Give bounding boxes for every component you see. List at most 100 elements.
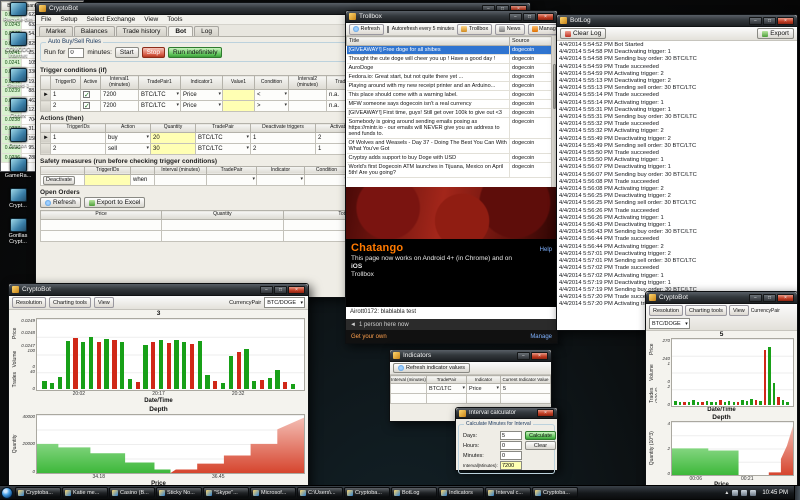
view-menu[interactable]: View [94,297,114,308]
interval-result-field[interactable] [500,461,522,470]
tab-log[interactable]: Log [194,26,219,36]
autorefresh-checkbox[interactable] [387,26,389,33]
feed-row[interactable]: This place should come with a warning la… [347,91,557,100]
currency-pair-select[interactable]: BTC/DOGE [649,318,690,329]
close-button[interactable]: × [531,352,548,360]
indicator-row[interactable]: BTC/LTC Price 5 [391,384,551,394]
desktop-icon[interactable]: Recycle Bin [0,2,36,23]
feed-row[interactable]: [GIVEAWAY!] First time, guys! Still get … [347,109,557,118]
show-desktop-button[interactable] [794,486,800,500]
tradepair1-dropdown[interactable]: BTC/LTC [139,101,181,112]
refresh-indicators-button[interactable]: Refresh indicator values [393,363,470,373]
action-center-icon[interactable] [750,490,756,496]
quantity-cell[interactable]: 20 [151,132,196,143]
resolution-menu[interactable]: Resolution [12,297,46,308]
indicator-dropdown[interactable]: Price [467,384,501,394]
desktop-icon[interactable]: Shared 1 [0,68,36,89]
tradepair1-dropdown[interactable]: BTC/LTC [139,90,181,101]
network-icon[interactable] [732,490,738,496]
minimize-button[interactable]: − [260,286,273,294]
menu-item[interactable]: Setup [60,16,77,23]
minutes-input[interactable] [500,451,522,460]
feed-row[interactable]: MFW someone says dogecoin isn't a real c… [347,100,557,109]
get-your-own-link[interactable]: Get your own [351,334,387,340]
log-list[interactable]: 4/4/2014 5:54:52 PM Bot Started4/4/2014 … [557,41,797,330]
taskbar-button[interactable]: Casino (B... [109,487,155,498]
taskbar-button[interactable]: Cryptoba... [344,487,390,498]
tab-market[interactable]: Market [39,26,73,36]
indicator1-dropdown[interactable]: Price [181,101,223,112]
maximize-button[interactable]: □ [763,294,776,302]
run-minutes-input[interactable] [68,48,84,58]
refresh-button[interactable]: Refresh [349,24,384,35]
safety-tradepair-dropdown[interactable] [207,175,257,186]
titlebar[interactable]: CryptoBot − □ × [9,284,308,296]
desktop-icon[interactable]: Dragon [0,128,36,149]
titlebar[interactable]: CryptoBot − □ × [646,292,797,304]
close-button[interactable]: × [537,13,554,21]
taskbar-button[interactable]: "Skype"... [203,487,249,498]
depth-plot[interactable] [671,421,794,476]
maximize-button[interactable]: □ [523,13,536,21]
feed-row[interactable]: World's first Dogecoin ATM launches in T… [347,163,557,178]
feed-row[interactable]: Playing around with my new receipt print… [347,82,557,91]
manage-rss-button[interactable]: Manage Rss feeds [528,24,557,35]
trollbox-tab-button[interactable]: Trollbox [457,24,492,35]
feed-row[interactable]: Cryptsy adds support to buy Doge with US… [347,154,557,163]
desktop-icon[interactable]: COMODO Internet [0,32,36,59]
price-volume-plot[interactable] [671,338,794,407]
taskbar-button[interactable]: Microsof... [250,487,296,498]
active-checkbox[interactable] [83,102,90,109]
taskbar-button[interactable]: Indicators [438,487,484,498]
taskbar-button[interactable]: BotLog [391,487,437,498]
feed-row[interactable]: [GIVEAWAY!] Free doge for all shibes dog… [347,46,557,55]
days-input[interactable] [500,431,522,440]
charting-tools-menu[interactable]: Charting tools [685,305,727,316]
action-dropdown[interactable]: sell [106,143,151,154]
start-button[interactable] [1,487,13,499]
titlebar[interactable]: BotLog − □ × [557,15,797,27]
menu-item[interactable]: Select Exchange [86,16,135,23]
volume-icon[interactable] [741,490,747,496]
minimize-button[interactable]: − [749,294,762,302]
maximize-button[interactable]: □ [274,286,287,294]
taskbar-button[interactable]: Interval c... [485,487,531,498]
close-button[interactable]: × [777,294,794,302]
active-checkbox[interactable] [83,91,90,98]
titlebar[interactable]: Interval calculator × [456,408,557,419]
maximize-button[interactable]: □ [763,17,776,25]
feed-row[interactable]: AuroDoge dogecoin [347,64,557,73]
quantity-cell[interactable]: 30 [151,143,196,154]
tradepair-dropdown[interactable]: BTC/LTC [196,143,251,154]
value1-cell[interactable] [223,101,255,112]
clock[interactable]: 10:45 PM [759,490,791,496]
minimize-button[interactable]: − [517,352,530,360]
clear-button[interactable]: Clear [525,441,556,450]
calculate-button[interactable]: Calculate [525,431,556,440]
action-dropdown[interactable]: buy [106,132,151,143]
close-button[interactable]: × [537,409,554,417]
feed-row[interactable]: Fedora.io: Great start, but not quite th… [347,73,557,82]
run-indefinitely-button[interactable]: Run indefinitely [168,47,222,58]
menu-item[interactable]: View [144,16,158,23]
feed-row[interactable]: Of Wolves and Weasels - Day 37 - Doing T… [347,139,557,154]
indicator1-dropdown[interactable]: Price [181,90,223,101]
depth-plot[interactable] [36,414,305,474]
desktop-icon[interactable]: Crypt... [0,188,36,209]
tradepair-dropdown[interactable]: BTC/LTC [196,132,251,143]
titlebar[interactable]: Trollbox − □ × [346,11,557,23]
tray-expand-icon[interactable]: ▲ [724,490,729,496]
desktop-icon[interactable]: Cortex [0,98,36,119]
feed-row[interactable]: Somebody is going around sending emails … [347,118,557,139]
taskbar-button[interactable]: C:\Users\... [297,487,343,498]
manage-link[interactable]: Manage [530,334,552,340]
condition-dropdown[interactable]: > [255,101,289,112]
help-link[interactable]: Help [540,247,552,253]
arrow-icon[interactable]: ◄ [350,322,356,328]
charting-tools-menu[interactable]: Charting tools [49,297,91,308]
menu-item[interactable]: File [41,16,51,23]
orders-export-button[interactable]: Export to Excel [84,197,146,208]
taskbar-button[interactable]: Sticky No... [156,487,202,498]
start-button[interactable]: Start [115,47,139,58]
feed-row[interactable]: Thought the cute doge will cheer you up … [347,55,557,64]
